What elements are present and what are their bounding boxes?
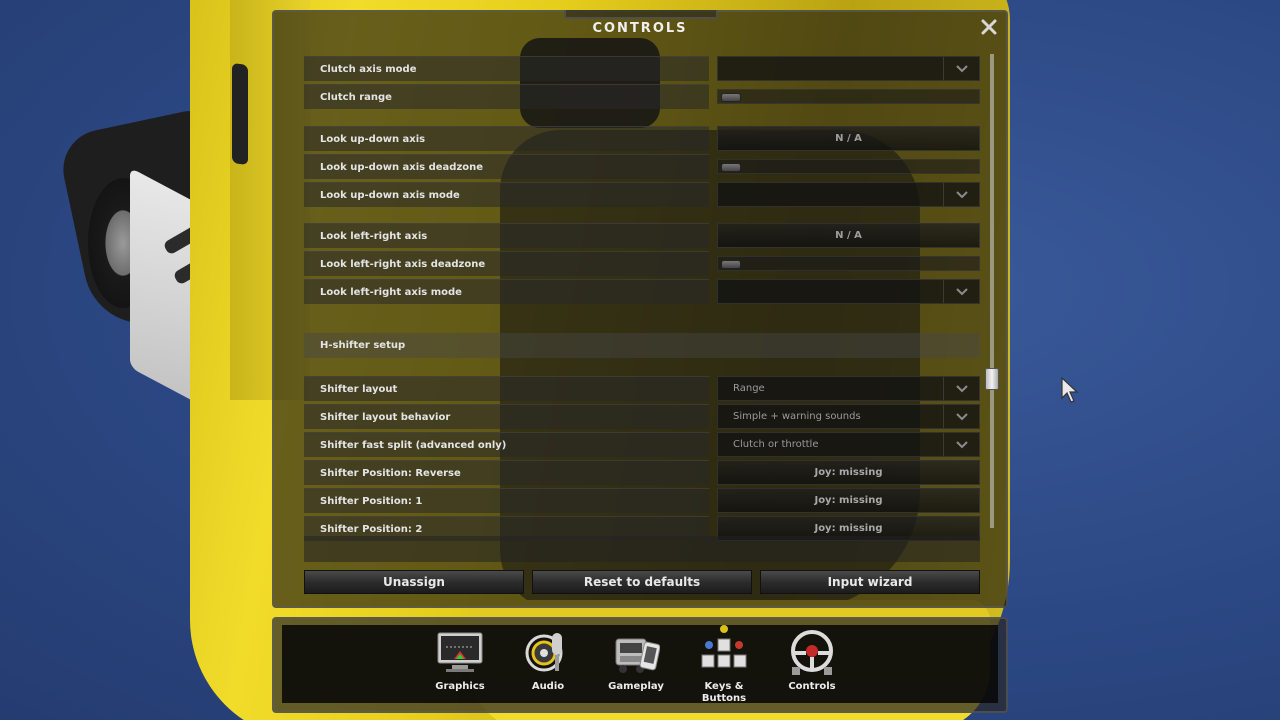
microphone-icon xyxy=(524,629,572,677)
shifter-layout-dropdown[interactable]: Range xyxy=(717,376,980,401)
title-tab xyxy=(564,10,718,19)
input-wizard-button[interactable]: Input wizard xyxy=(760,570,980,594)
chevron-down-icon xyxy=(943,405,979,428)
setting-row-shifter-layout-behavior: Shifter layout behavior Simple + warning… xyxy=(304,404,980,429)
dropdown-value: Clutch or throttle xyxy=(733,439,819,450)
setting-control xyxy=(717,84,980,109)
section-header-h-shifter: H-shifter setup xyxy=(304,333,980,358)
tab-label: Keys & Buttons xyxy=(701,681,747,704)
setting-row-look-left-right-deadzone: Look left-right axis deadzone xyxy=(304,251,980,276)
tab-label: Controls xyxy=(788,681,836,692)
setting-label: Clutch range xyxy=(304,84,709,109)
setting-label: Look left-right axis mode xyxy=(304,279,709,304)
truck-device-icon xyxy=(612,629,661,677)
tab-label: Graphics xyxy=(435,681,485,692)
close-icon xyxy=(981,19,997,35)
unassign-button[interactable]: Unassign xyxy=(304,570,524,594)
chevron-down-icon xyxy=(943,433,979,456)
close-button[interactable] xyxy=(978,16,1000,38)
setting-label: Look up-down axis mode xyxy=(304,182,709,207)
setting-control: Joy: missing xyxy=(717,460,980,485)
setting-control: Range xyxy=(717,376,980,401)
settings-tab-bar: Graphics Audio Gameplay Keys & Buttons C… xyxy=(272,617,1008,713)
setting-row-look-up-down-mode: Look up-down axis mode xyxy=(304,182,980,207)
slider-track xyxy=(717,89,980,104)
monitor-icon xyxy=(436,629,484,677)
tab-audio[interactable]: Audio xyxy=(508,629,588,713)
setting-label: Look left-right axis xyxy=(304,223,709,248)
scrollbar-thumb[interactable] xyxy=(985,368,999,390)
shifter-reverse-binding-button[interactable]: Joy: missing xyxy=(717,460,980,485)
setting-row-clutch-axis-mode: Clutch axis mode xyxy=(304,56,980,81)
chevron-down-icon xyxy=(943,57,979,80)
tab-controls[interactable]: Controls xyxy=(772,629,852,713)
slider-track xyxy=(717,256,980,271)
setting-control: N / A xyxy=(717,126,980,151)
look-up-down-deadzone-slider[interactable] xyxy=(717,154,980,179)
reset-to-defaults-button[interactable]: Reset to defaults xyxy=(532,570,752,594)
slider-handle[interactable] xyxy=(721,93,741,102)
setting-row-look-up-down-axis: Look up-down axis N / A xyxy=(304,126,980,151)
setting-label: Look up-down axis xyxy=(304,126,709,151)
setting-label: Shifter layout behavior xyxy=(304,404,709,429)
mouse-pointer-icon xyxy=(1060,376,1080,406)
setting-row-look-up-down-deadzone: Look up-down axis deadzone xyxy=(304,154,980,179)
look-up-down-axis-button[interactable]: N / A xyxy=(717,126,980,151)
look-left-right-axis-button[interactable]: N / A xyxy=(717,223,980,248)
setting-control: Joy: missing xyxy=(717,488,980,513)
setting-row-clutch-range: Clutch range xyxy=(304,84,980,109)
chevron-down-icon xyxy=(943,377,979,400)
slider-handle[interactable] xyxy=(721,163,741,172)
keyboard-icon xyxy=(700,623,748,671)
setting-control: Simple + warning sounds xyxy=(717,404,980,429)
setting-row-look-left-right-mode: Look left-right axis mode xyxy=(304,279,980,304)
setting-row-shifter-position-1: Shifter Position: 1 Joy: missing xyxy=(304,488,980,513)
setting-control xyxy=(717,56,980,81)
setting-control: Clutch or throttle xyxy=(717,432,980,457)
slider-handle[interactable] xyxy=(721,260,741,269)
truck-window xyxy=(232,62,248,166)
tab-keys-buttons[interactable]: Keys & Buttons xyxy=(684,623,764,707)
list-footer-spacer xyxy=(304,536,980,562)
settings-list: Clutch axis mode Clutch range Look up-do… xyxy=(304,56,980,541)
controls-dialog: CONTROLS Clutch axis mode Clutch range L… xyxy=(272,10,1008,608)
setting-label: Shifter fast split (advanced only) xyxy=(304,432,709,457)
clutch-axis-mode-dropdown[interactable] xyxy=(717,56,980,81)
setting-control xyxy=(717,279,980,304)
setting-row-shifter-layout: Shifter layout Range xyxy=(304,376,980,401)
setting-label: Look left-right axis deadzone xyxy=(304,251,709,276)
shifter-layout-behavior-dropdown[interactable]: Simple + warning sounds xyxy=(717,404,980,429)
dropdown-value: Simple + warning sounds xyxy=(733,411,861,422)
look-left-right-mode-dropdown[interactable] xyxy=(717,279,980,304)
look-up-down-mode-dropdown[interactable] xyxy=(717,182,980,207)
chevron-down-icon xyxy=(943,280,979,303)
setting-control xyxy=(717,251,980,276)
setting-control: N / A xyxy=(717,223,980,248)
slider-track xyxy=(717,159,980,174)
chevron-down-icon xyxy=(943,183,979,206)
clutch-range-slider[interactable] xyxy=(717,84,980,109)
setting-row-look-left-right-axis: Look left-right axis N / A xyxy=(304,223,980,248)
setting-label: Look up-down axis deadzone xyxy=(304,154,709,179)
setting-row-shifter-position-reverse: Shifter Position: Reverse Joy: missing xyxy=(304,460,980,485)
tab-label: Audio xyxy=(531,681,565,692)
tab-graphics[interactable]: Graphics xyxy=(420,629,500,713)
dropdown-value: Range xyxy=(733,383,765,394)
shifter-fast-split-dropdown[interactable]: Clutch or throttle xyxy=(717,432,980,457)
tab-bar-inner: Graphics Audio Gameplay Keys & Buttons C… xyxy=(282,625,998,704)
setting-label: Shifter Position: Reverse xyxy=(304,460,709,485)
setting-label: Shifter Position: 1 xyxy=(304,488,709,513)
shifter-position-1-binding-button[interactable]: Joy: missing xyxy=(717,488,980,513)
setting-row-shifter-fast-split: Shifter fast split (advanced only) Clutc… xyxy=(304,432,980,457)
setting-control xyxy=(717,154,980,179)
setting-label: Clutch axis mode xyxy=(304,56,709,81)
setting-label: Shifter layout xyxy=(304,376,709,401)
tab-label: Gameplay xyxy=(608,681,664,692)
dialog-title: CONTROLS xyxy=(592,21,688,36)
look-left-right-deadzone-slider[interactable] xyxy=(717,251,980,276)
tab-gameplay[interactable]: Gameplay xyxy=(596,629,676,713)
steering-wheel-icon xyxy=(788,629,836,677)
scrollbar-track[interactable] xyxy=(990,54,994,528)
setting-control xyxy=(717,182,980,207)
